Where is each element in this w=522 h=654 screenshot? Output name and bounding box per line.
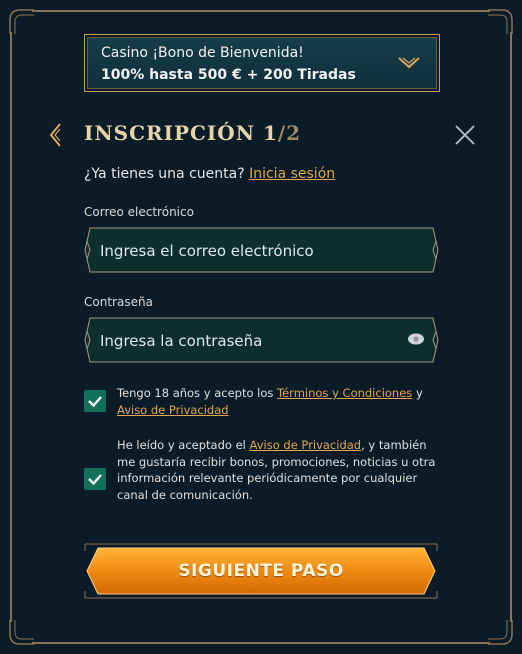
login-prompt-text: ¿Ya tienes una cuenta? bbox=[84, 166, 245, 182]
check-icon bbox=[88, 474, 102, 486]
email-field-wrapper bbox=[84, 227, 439, 275]
marketing-privacy-link[interactable]: Aviso de Privacidad bbox=[250, 438, 362, 452]
title-step-total: /2 bbox=[277, 121, 302, 145]
page-title: INSCRIPCIÓN 1/2 bbox=[84, 121, 301, 145]
chevron-down-icon[interactable] bbox=[397, 55, 421, 71]
next-step-button[interactable]: SIGUIENTE PASO bbox=[84, 543, 438, 599]
password-field-wrapper bbox=[84, 317, 439, 365]
terms-consent-text: Tengo 18 años y acepto los Términos y Co… bbox=[117, 385, 437, 418]
next-step-label: SIGUIENTE PASO bbox=[178, 561, 344, 581]
login-prompt: ¿Ya tienes una cuenta? Inicia sesión bbox=[84, 166, 335, 182]
password-label: Contraseña bbox=[84, 295, 153, 309]
frame-right-border bbox=[510, 32, 512, 622]
marketing-text-before: He leído y aceptado el bbox=[117, 438, 250, 452]
marketing-consent-text: He leído y aceptado el Aviso de Privacid… bbox=[117, 437, 437, 503]
frame-corner-ornament bbox=[6, 6, 36, 36]
eye-icon[interactable] bbox=[407, 332, 425, 346]
marketing-checkbox[interactable] bbox=[84, 468, 106, 490]
email-input[interactable] bbox=[98, 227, 402, 275]
terms-text-mid: y bbox=[412, 386, 423, 400]
registration-modal: Casino ¡Bono de Bienvenida! 100% hasta 5… bbox=[0, 0, 522, 654]
chevron-left-icon[interactable] bbox=[48, 122, 64, 148]
frame-corner-ornament bbox=[486, 618, 516, 648]
terms-link[interactable]: Términos y Condiciones bbox=[277, 386, 412, 400]
bonus-offer: 100% hasta 500 € + 200 Tiradas bbox=[101, 67, 356, 83]
privacy-link[interactable]: Aviso de Privacidad bbox=[117, 403, 229, 417]
frame-corner-ornament bbox=[486, 6, 516, 36]
email-label: Correo electrónico bbox=[84, 205, 194, 219]
frame-top-border bbox=[32, 10, 490, 12]
frame-left-border bbox=[10, 32, 12, 622]
welcome-bonus-banner[interactable]: Casino ¡Bono de Bienvenida! 100% hasta 5… bbox=[84, 34, 440, 92]
terms-text-before: Tengo 18 años y acepto los bbox=[117, 386, 278, 400]
close-icon[interactable] bbox=[454, 124, 476, 146]
frame-bottom-border bbox=[32, 642, 490, 644]
check-icon bbox=[88, 396, 102, 408]
bonus-title: Casino ¡Bono de Bienvenida! bbox=[101, 45, 304, 61]
frame-corner-ornament bbox=[6, 618, 36, 648]
login-link[interactable]: Inicia sesión bbox=[249, 166, 335, 182]
title-step: INSCRIPCIÓN 1 bbox=[84, 121, 278, 145]
password-input[interactable] bbox=[98, 317, 402, 365]
terms-checkbox[interactable] bbox=[84, 390, 106, 412]
